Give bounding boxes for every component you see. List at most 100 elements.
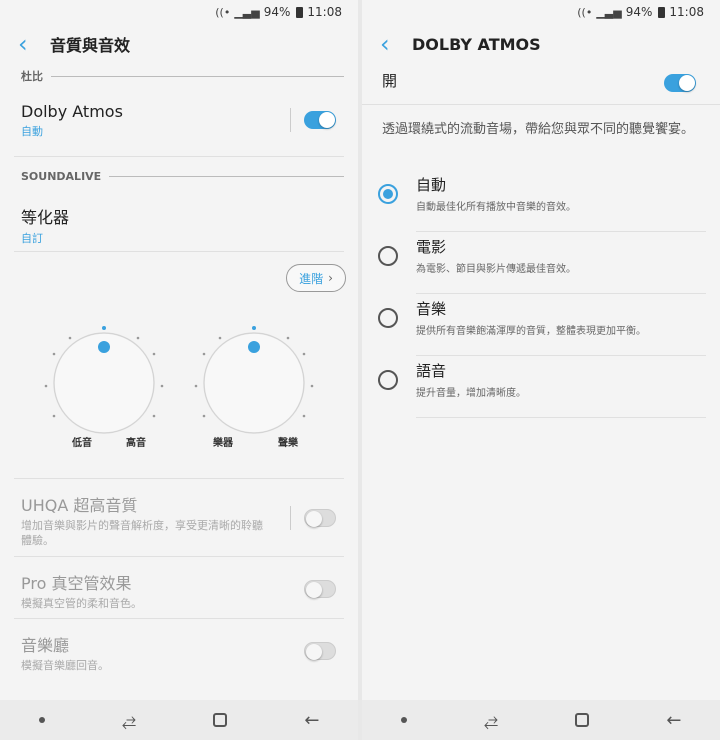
- home-icon[interactable]: [213, 713, 228, 727]
- option-description: 提供所有音樂飽滿渾厚的音質，整體表現更加平衡。: [416, 326, 646, 337]
- option-title: 音樂: [416, 300, 447, 318]
- dolby-atmos-toggle[interactable]: [304, 111, 336, 129]
- uhqa-row[interactable]: UHQA 超高音質 增加音樂與影片的聲音解析度，享受更清晰的聆聽體驗。: [21, 492, 268, 548]
- option-voice[interactable]: 語音 提升音量，增加清晰度。: [378, 356, 706, 418]
- radio-button[interactable]: [378, 184, 398, 204]
- concert-hall-description: 模擬音樂廳回音。: [21, 659, 109, 672]
- app-bar: ‹ 音質與音效: [0, 24, 358, 64]
- dial-scale-dot: [136, 336, 140, 340]
- master-switch-label: 開: [382, 72, 398, 90]
- tube-effect-toggle[interactable]: [304, 580, 336, 598]
- description: 透過環繞式的流動音場，帶給您與眾不同的聽覺饗宴。: [382, 122, 695, 137]
- dial-scale-dot: [202, 414, 206, 418]
- home-icon[interactable]: [575, 713, 590, 727]
- dial-scale-dot: [160, 384, 164, 388]
- uhqa-description: 增加音樂與影片的聲音解析度，享受更清晰的聆聽體驗。: [21, 519, 263, 547]
- concert-hall-toggle[interactable]: [304, 642, 336, 660]
- concert-hall-title: 音樂廳: [21, 636, 70, 655]
- master-switch-row[interactable]: 開: [382, 70, 706, 91]
- advanced-button[interactable]: 進階 ›: [286, 264, 346, 292]
- back-icon[interactable]: ‹: [380, 32, 412, 56]
- divider: [14, 251, 344, 252]
- dial-scale-dot: [52, 414, 56, 418]
- instrument-vocal-dial[interactable]: [194, 326, 314, 434]
- back-icon[interactable]: ‹: [18, 32, 50, 56]
- section-label: 杜比: [21, 70, 43, 83]
- uhqa-toggle[interactable]: [304, 509, 336, 527]
- section-header-dolby: 杜比: [21, 68, 344, 84]
- toggle-knob: [306, 582, 322, 598]
- radio-button[interactable]: [378, 370, 398, 390]
- divider: [14, 478, 344, 479]
- option-title: 語音: [416, 362, 447, 380]
- bass-label: 低音: [71, 436, 92, 449]
- dot-icon[interactable]: [400, 717, 407, 723]
- toggle-knob: [306, 644, 322, 660]
- wifi-icon: ((•: [215, 5, 231, 19]
- option-music[interactable]: 音樂 提供所有音樂飽滿渾厚的音質，整體表現更加平衡。: [378, 294, 706, 356]
- app-bar: ‹ DOLBY ATMOS: [362, 24, 720, 64]
- clock: 11:08: [307, 5, 342, 19]
- uhqa-title: UHQA 超高音質: [21, 496, 138, 515]
- option-movie[interactable]: 電影 為電影、節目與影片傳遞最佳音效。: [378, 232, 706, 294]
- back-arrow-icon[interactable]: ←: [304, 710, 319, 731]
- tube-effect-row[interactable]: Pro 真空管效果 模擬真空管的柔和音色。: [21, 570, 344, 610]
- vocal-label: 聲樂: [278, 436, 299, 449]
- equalizer-preset: 自訂: [21, 232, 43, 245]
- section-header-soundalive: SOUNDALIVE: [21, 170, 344, 183]
- battery-percent: 94%: [625, 5, 653, 19]
- status-bar: ((• ▁▃▅ 94% 11:08: [0, 0, 358, 24]
- radio-button[interactable]: [378, 246, 398, 266]
- dial-scale-dot: [44, 384, 48, 388]
- row-separator: [290, 506, 291, 530]
- radio-button[interactable]: [378, 308, 398, 328]
- master-switch-toggle[interactable]: [664, 74, 696, 92]
- recents-icon[interactable]: ⥄: [122, 710, 136, 731]
- dial-scale-dot: [218, 336, 222, 340]
- bass-treble-dial[interactable]: [44, 326, 164, 434]
- clock: 11:08: [669, 5, 704, 19]
- dolby-atmos-status: 自動: [21, 125, 43, 138]
- app-root: ((• ▁▃▅ 94% 11:08 ‹ 音質與音效 杜比 Dolby Atmos…: [0, 0, 720, 740]
- battery-percent: 94%: [263, 5, 291, 19]
- battery-icon: [658, 6, 666, 18]
- dolby-atmos-title: Dolby Atmos: [21, 102, 123, 121]
- dot-icon[interactable]: [38, 717, 45, 723]
- concert-hall-row[interactable]: 音樂廳 模擬音樂廳回音。: [21, 632, 344, 672]
- battery-icon: [296, 6, 304, 18]
- dial-scale-dot: [286, 336, 290, 340]
- row-separator: [290, 108, 291, 132]
- toggle-knob: [319, 112, 335, 128]
- dial-scale-dot: [102, 326, 106, 330]
- dial-scale-dot: [68, 336, 72, 340]
- dial-scale-dot: [52, 352, 56, 356]
- divider: [14, 156, 344, 157]
- equalizer-knobs: 低音 高音 樂器 聲樂: [44, 326, 314, 449]
- option-title: 自動: [416, 176, 447, 194]
- section-divider: [51, 75, 344, 77]
- section-label: SOUNDALIVE: [21, 170, 102, 183]
- recents-icon[interactable]: ⥄: [484, 710, 498, 731]
- equalizer-title: 等化器: [21, 208, 70, 227]
- dial-indicator: [98, 341, 110, 353]
- chevron-right-icon: ›: [328, 271, 333, 285]
- divider: [14, 556, 344, 557]
- signal-icon: ▁▃▅: [596, 5, 622, 19]
- back-arrow-icon[interactable]: ←: [666, 710, 681, 731]
- status-bar: ((• ▁▃▅ 94% 11:08: [362, 0, 720, 24]
- option-description: 自動最佳化所有播放中音樂的音效。: [416, 202, 576, 213]
- sound-quality-screen: ((• ▁▃▅ 94% 11:08 ‹ 音質與音效 杜比 Dolby Atmos…: [0, 0, 358, 740]
- page-title: DOLBY ATMOS: [412, 34, 541, 54]
- treble-label: 高音: [126, 436, 146, 449]
- toggle-knob: [679, 75, 695, 91]
- option-title: 電影: [416, 238, 447, 256]
- option-auto[interactable]: 自動 自動最佳化所有播放中音樂的音效。: [378, 170, 706, 232]
- nav-bar: ⥄ ←: [0, 700, 358, 740]
- tube-effect-description: 模擬真空管的柔和音色。: [21, 597, 142, 610]
- equalizer-row[interactable]: 等化器 自訂: [21, 204, 344, 248]
- dolby-atmos-row[interactable]: Dolby Atmos 自動: [21, 102, 344, 146]
- nav-bar: ⥄ ←: [362, 700, 720, 740]
- dial-scale-dot: [194, 384, 198, 388]
- dial-indicator: [248, 341, 260, 353]
- dial-scale-dot: [302, 352, 306, 356]
